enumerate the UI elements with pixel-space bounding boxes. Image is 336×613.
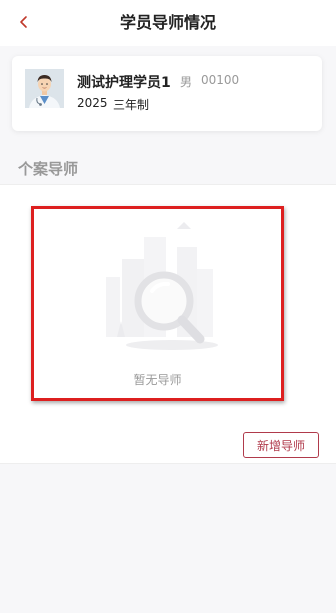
nav-bar: 学员导师情况 — [0, 0, 336, 46]
section-title: 个案导师 — [18, 160, 79, 178]
student-info-card: 测试护理学员1 男 00100 2025 三年制 — [12, 56, 322, 131]
mentor-panel: 暂无导师 新增导师 — [0, 184, 336, 464]
add-mentor-button[interactable]: 新增导师 — [243, 432, 319, 458]
student-program: 三年制 — [113, 98, 150, 112]
student-id: 00100 — [201, 73, 240, 87]
avatar — [25, 69, 64, 108]
empty-text: 暂无导师 — [133, 373, 182, 387]
student-name: 测试护理学员1 — [77, 75, 171, 91]
magnifier-empty-icon — [92, 217, 227, 352]
empty-state: 暂无导师 — [31, 206, 284, 401]
student-gender: 男 — [180, 75, 193, 89]
student-year: 2025 — [77, 96, 108, 110]
page-title: 学员导师情况 — [119, 13, 216, 32]
